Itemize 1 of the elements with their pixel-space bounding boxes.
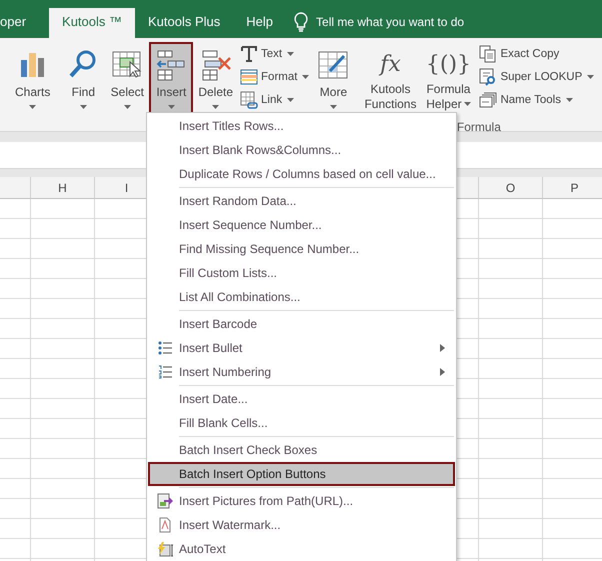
group-label: Formula [456,120,502,136]
